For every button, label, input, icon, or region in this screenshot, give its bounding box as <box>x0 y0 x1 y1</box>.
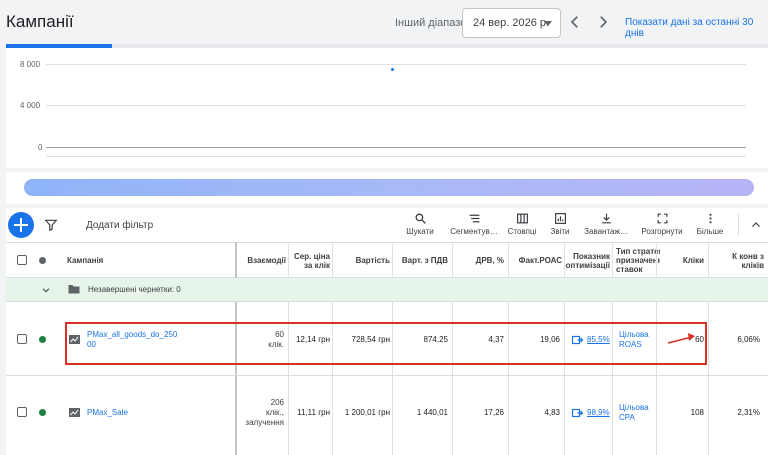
roas-cell: 4,83 <box>544 408 560 417</box>
optimization-icon[interactable] <box>572 408 583 418</box>
toolbar-divider <box>738 214 739 236</box>
header-opt-score[interactable]: Показник оптимізації <box>566 243 610 278</box>
conv-rate-cell: 2,31% <box>737 408 760 417</box>
table-header: Кампанія Взаємодії Сер. ціна за клік Вар… <box>6 242 768 278</box>
more-tool-label: Більше <box>696 227 724 236</box>
chevron-up-icon[interactable] <box>750 219 762 231</box>
row-checkbox[interactable] <box>17 407 27 417</box>
bid-strategy-link[interactable]: Цільова CPA <box>619 403 649 423</box>
y-tick-4000: 4 000 <box>20 101 41 110</box>
performance-chart: 8 000 4 000 0 <box>6 44 768 168</box>
date-range-select[interactable]: 24 вер. 2026 р. <box>462 8 561 38</box>
show-last-30-days-link[interactable]: Показати дані за останні 30 днів <box>625 17 768 39</box>
table-toolbar: Додати фільтр Шукати Сегментув… Стовпці … <box>6 208 768 242</box>
add-campaign-button[interactable] <box>8 212 34 238</box>
chevron-left-icon <box>570 16 578 28</box>
drafts-label: Незавершені чернетки: 0 <box>88 285 181 294</box>
opt-score-link[interactable]: 98,9% <box>587 408 610 417</box>
conv-value-vat-cell: 1 440,01 <box>416 408 448 417</box>
chevron-right-icon <box>600 16 608 28</box>
prev-period-button[interactable] <box>566 13 584 31</box>
download-icon <box>601 213 611 224</box>
fullscreen-icon <box>657 213 667 224</box>
highlight-box <box>65 322 707 365</box>
chart-tab-strip <box>112 44 768 48</box>
download-tool-button[interactable]: Завантаж… <box>578 212 634 240</box>
gridline <box>46 105 746 106</box>
clicks-cell: 108 <box>690 408 704 417</box>
reports-icon <box>554 213 566 224</box>
y-tick-0: 0 <box>38 143 43 152</box>
page-title: Кампанії <box>6 12 74 31</box>
status-enabled-dot[interactable] <box>39 336 46 343</box>
more-tool-button[interactable]: Більше <box>682 212 738 240</box>
header-interactions[interactable]: Взаємодії <box>238 243 286 278</box>
search-tool-button[interactable]: Шукати <box>392 212 448 240</box>
search-icon <box>415 213 426 224</box>
y-tick-8000: 8 000 <box>20 60 41 69</box>
avg-cpc-cell: 11,11 грн <box>297 408 330 417</box>
conv-rate-cell: 6,06% <box>737 335 760 344</box>
date-range-value: 24 вер. 2026 р. <box>473 17 550 29</box>
cost-cell: 1 200,01 грн <box>344 408 390 417</box>
header-avg-cpc[interactable]: Сер. ціна за клік <box>290 243 330 278</box>
status-enabled-dot[interactable] <box>39 409 46 416</box>
gridline <box>46 64 746 65</box>
chart-data-point <box>391 68 394 71</box>
pmax-campaign-icon <box>69 408 80 417</box>
segment-icon <box>469 214 479 223</box>
columns-icon <box>516 213 528 224</box>
select-all-checkbox[interactable] <box>17 255 27 265</box>
campaigns-page: Кампанії Інший діапазон 24 вер. 2026 р. … <box>0 0 768 455</box>
table-row[interactable]: PMax_Sale 206 клік., залучення 11,11 грн 1… <box>6 376 768 455</box>
more-vert-icon <box>708 213 712 224</box>
header-roas[interactable]: Факт.РОАС <box>510 243 562 278</box>
header-drv[interactable]: ДРВ, % <box>454 243 504 278</box>
header-conv-rate[interactable]: К конв з кліків <box>710 243 764 278</box>
page-header: Кампанії Інший діапазон 24 вер. 2026 р. … <box>0 0 768 44</box>
folder-icon <box>68 285 80 294</box>
drv-cell: 17,26 <box>483 408 504 417</box>
header-conv-value-vat[interactable]: Варт. з ПДВ <box>394 243 448 278</box>
chart-baseline <box>46 147 746 148</box>
range-label: Інший діапазон <box>395 17 473 29</box>
header-cost[interactable]: Вартість <box>336 243 390 278</box>
status-column-icon <box>39 257 46 264</box>
next-period-button[interactable] <box>594 13 612 31</box>
add-filter-button[interactable]: Додати фільтр <box>86 220 153 231</box>
chevron-down-icon[interactable] <box>41 285 51 295</box>
campaign-name-link[interactable]: PMax_Sale <box>87 408 128 417</box>
annotation-arrow-icon <box>667 333 695 344</box>
interactions-cell: 206 клік., залучення <box>245 398 284 427</box>
header-bid-strategy[interactable]: Тип стратегії призначення ставок <box>616 243 660 277</box>
range-slider-bar[interactable] <box>24 179 754 196</box>
chart-tab-active[interactable] <box>6 44 112 48</box>
search-tool-label: Шукати <box>406 227 434 236</box>
filter-icon[interactable] <box>44 218 58 232</box>
gridline <box>46 156 746 157</box>
row-checkbox[interactable] <box>17 334 27 344</box>
drafts-row[interactable]: Незавершені чернетки: 0 <box>6 278 768 302</box>
caret-down-icon <box>544 21 552 26</box>
date-range-slider <box>6 172 768 204</box>
header-clicks[interactable]: Кліки <box>662 243 704 278</box>
download-tool-label: Завантаж… <box>584 227 628 236</box>
header-campaign[interactable]: Кампанія <box>67 243 237 278</box>
